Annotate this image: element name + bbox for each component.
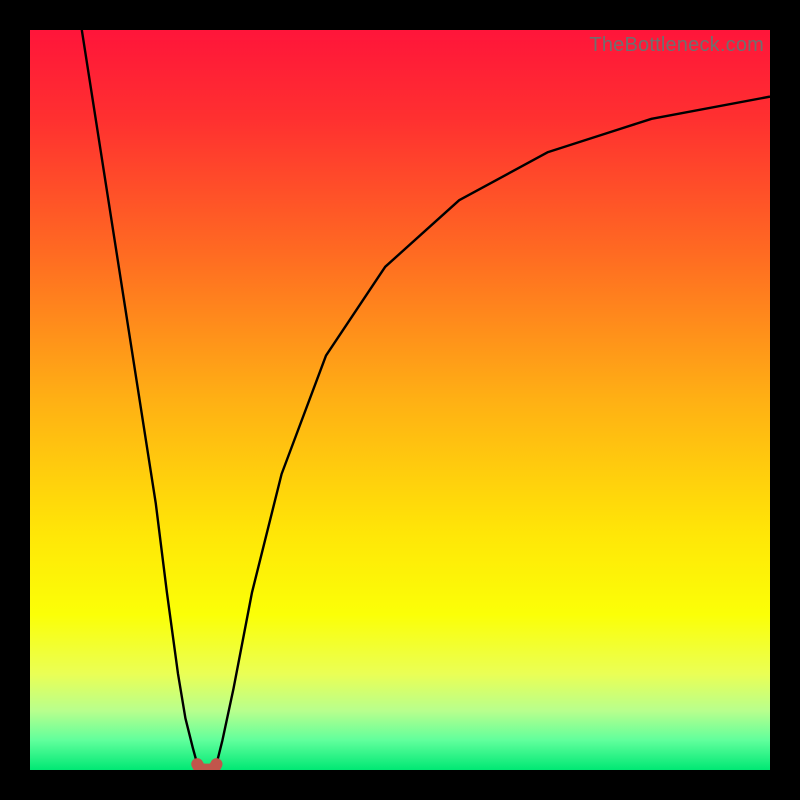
- chart-plot-area: TheBottleneck.com: [30, 30, 770, 770]
- chart-frame: TheBottleneck.com: [0, 0, 800, 800]
- chart-background: [30, 30, 770, 770]
- chart-svg: [30, 30, 770, 770]
- watermark-text: TheBottleneck.com: [589, 34, 764, 57]
- series-optimum-segment: [197, 764, 216, 770]
